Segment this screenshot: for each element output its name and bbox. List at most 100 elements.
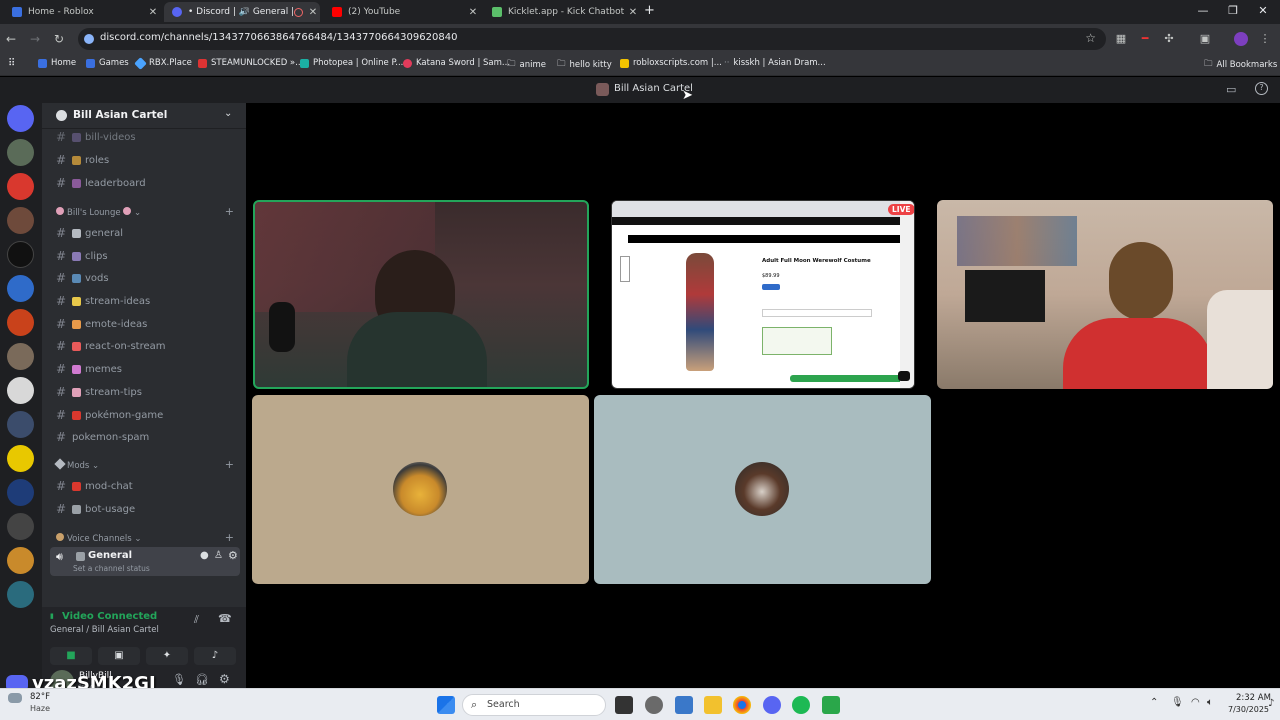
headphones-icon[interactable]: 🎧︎ [195,673,209,686]
channel-memes[interactable]: # memes [56,362,122,376]
user-settings-gear-icon[interactable]: ⚙ [219,672,230,686]
channel-bot-usage[interactable]: # bot-usage [56,502,135,516]
channel-pokemon-game[interactable]: # pokémon-game [56,408,163,422]
server-icon[interactable] [7,343,34,370]
address-bar[interactable]: discord.com/channels/1343770663864766484… [78,28,1106,50]
wifi-icon[interactable]: ◠ [1191,697,1200,708]
minimize-icon[interactable]: — [1188,4,1218,17]
chevron-up-icon[interactable]: ⌃ [1150,697,1158,708]
tab-discord[interactable]: • Discord | 🔊 General | Bill ✕ [164,2,320,22]
bookmark-steamunlocked[interactable]: STEAMUNLOCKED »... [198,58,303,68]
task-view-icon[interactable] [615,696,633,714]
activities-icon[interactable]: ✦ [146,647,188,665]
channel-roles[interactable]: # roles [56,153,109,167]
chat-bubble-icon[interactable]: ● [200,550,209,561]
channel-general[interactable]: # general [56,226,123,240]
app-icon[interactable] [645,696,663,714]
direct-messages-icon[interactable] [7,105,34,132]
all-bookmarks-button[interactable]: 🗀 All Bookmarks [1204,58,1277,72]
close-icon[interactable]: ✕ [146,7,160,18]
voice-channel-general[interactable]: 🔊︎ General Set a channel status ● ♙ ⚙ [50,547,240,576]
soundboard-icon[interactable]: ♪ [194,647,236,665]
restore-icon[interactable]: ❐ [1218,4,1248,17]
reload-icon[interactable]: ↻ [50,30,68,48]
channel-mod-chat[interactable]: # mod-chat [56,479,133,493]
bookmark-rbxplace[interactable]: RBX.Place [134,56,192,70]
add-channel-icon[interactable]: + [225,531,234,544]
new-tab-button[interactable]: + [644,3,655,18]
server-header[interactable]: Bill Asian Cartel ⌄ [42,103,246,129]
channel-react-on-stream[interactable]: # react-on-stream [56,339,166,353]
app-icon[interactable] [675,696,693,714]
server-icon[interactable] [7,241,34,268]
server-icon[interactable] [7,513,34,540]
server-icon[interactable] [7,547,34,574]
bookmark-folder-anime[interactable]: 🗀 anime [507,58,546,72]
server-icon[interactable] [7,377,34,404]
video-tile-screen-share[interactable]: Adult Full Moon Werewolf Costume $89.99 … [611,200,915,389]
site-info-icon[interactable] [84,34,94,44]
channel-stream-ideas[interactable]: # stream-ideas [56,294,150,308]
spotify-icon[interactable] [792,696,810,714]
close-window-icon[interactable]: ✕ [1248,4,1278,17]
tab-youtube[interactable]: (2) YouTube ✕ [324,2,480,22]
video-tile-participant[interactable] [253,200,589,389]
video-tile-participant[interactable] [937,200,1273,389]
channel-vods[interactable]: # vods [56,271,109,285]
bookmark-katana[interactable]: Katana Sword | Sam... [403,58,510,68]
volume-icon[interactable]: 🔈︎ [1207,697,1213,708]
server-icon[interactable] [7,309,34,336]
extensions-puzzle-icon[interactable]: ✣ [1162,32,1176,46]
connection-location[interactable]: General / Bill Asian Cartel [50,625,159,635]
close-icon[interactable]: ✕ [466,7,480,18]
category-mods[interactable]: Mods ⌄ [54,458,99,471]
server-icon[interactable] [7,411,34,438]
discord-icon[interactable] [763,696,781,714]
side-panel-icon[interactable]: ▣ [1198,32,1212,46]
help-icon[interactable]: ? [1255,82,1268,95]
disconnect-icon[interactable]: ☎ [218,612,232,625]
microphone-icon[interactable]: 🎙︎ [1171,697,1184,708]
extension-red-icon[interactable]: ━ [1138,32,1152,46]
clock-time[interactable]: 2:32 AM [1236,693,1271,703]
weather-icon[interactable] [8,693,22,703]
video-tile-participant-avatar[interactable] [594,395,931,584]
windows-start-icon[interactable] [437,696,455,714]
profile-avatar-icon[interactable] [1234,32,1248,46]
category-voice-channels[interactable]: Voice Channels ⌄ [56,533,141,544]
inbox-icon[interactable]: ▭ [1226,83,1236,96]
tab-kicklet[interactable]: Kicklet.app - Kick Chatbot and ✕ [484,2,640,22]
channel-leaderboard[interactable]: # leaderboard [56,176,146,190]
channel-emote-ideas[interactable]: # emote-ideas [56,317,147,331]
server-icon[interactable] [7,479,34,506]
file-explorer-icon[interactable] [704,696,722,714]
menu-kebab-icon[interactable]: ⋮ [1258,32,1272,46]
category-bills-lounge[interactable]: Bill's Lounge ⌄ [56,207,141,218]
chat-bubble-icon[interactable] [898,371,910,381]
notification-bell-icon[interactable]: ♪ [1268,698,1274,709]
bookmark-robloxscripts[interactable]: robloxscripts.com |... [620,58,722,68]
chrome-icon[interactable] [733,696,751,714]
close-icon[interactable]: ✕ [626,7,640,18]
channel-bill-videos[interactable]: # bill-videos [56,130,136,144]
clock-date[interactable]: 7/30/2025 [1228,705,1269,714]
channel-stream-tips[interactable]: # stream-tips [56,385,142,399]
server-icon[interactable] [7,581,34,608]
signal-icon[interactable]: ▮ [50,612,54,620]
extension-icon[interactable]: ▦ [1114,32,1128,46]
chevron-down-icon[interactable]: ⌄ [224,108,232,119]
close-icon[interactable]: ✕ [306,7,320,18]
forward-icon[interactable]: → [26,30,44,48]
server-icon[interactable] [7,207,34,234]
server-icon[interactable] [7,275,34,302]
bookmark-home[interactable]: Home [38,58,76,68]
server-icon[interactable] [7,445,34,472]
bookmark-photopea[interactable]: Photopea | Online P... [300,58,403,68]
invite-member-icon[interactable]: ♙ [214,550,223,561]
apps-grid-icon[interactable]: ⠿ [8,58,15,69]
screen-share-icon[interactable]: ▣ [98,647,140,665]
gear-icon[interactable]: ⚙ [228,549,238,562]
taskbar-search[interactable]: ⌕ Search [462,694,606,716]
back-icon[interactable]: ← [2,30,20,48]
add-channel-icon[interactable]: + [225,205,234,218]
